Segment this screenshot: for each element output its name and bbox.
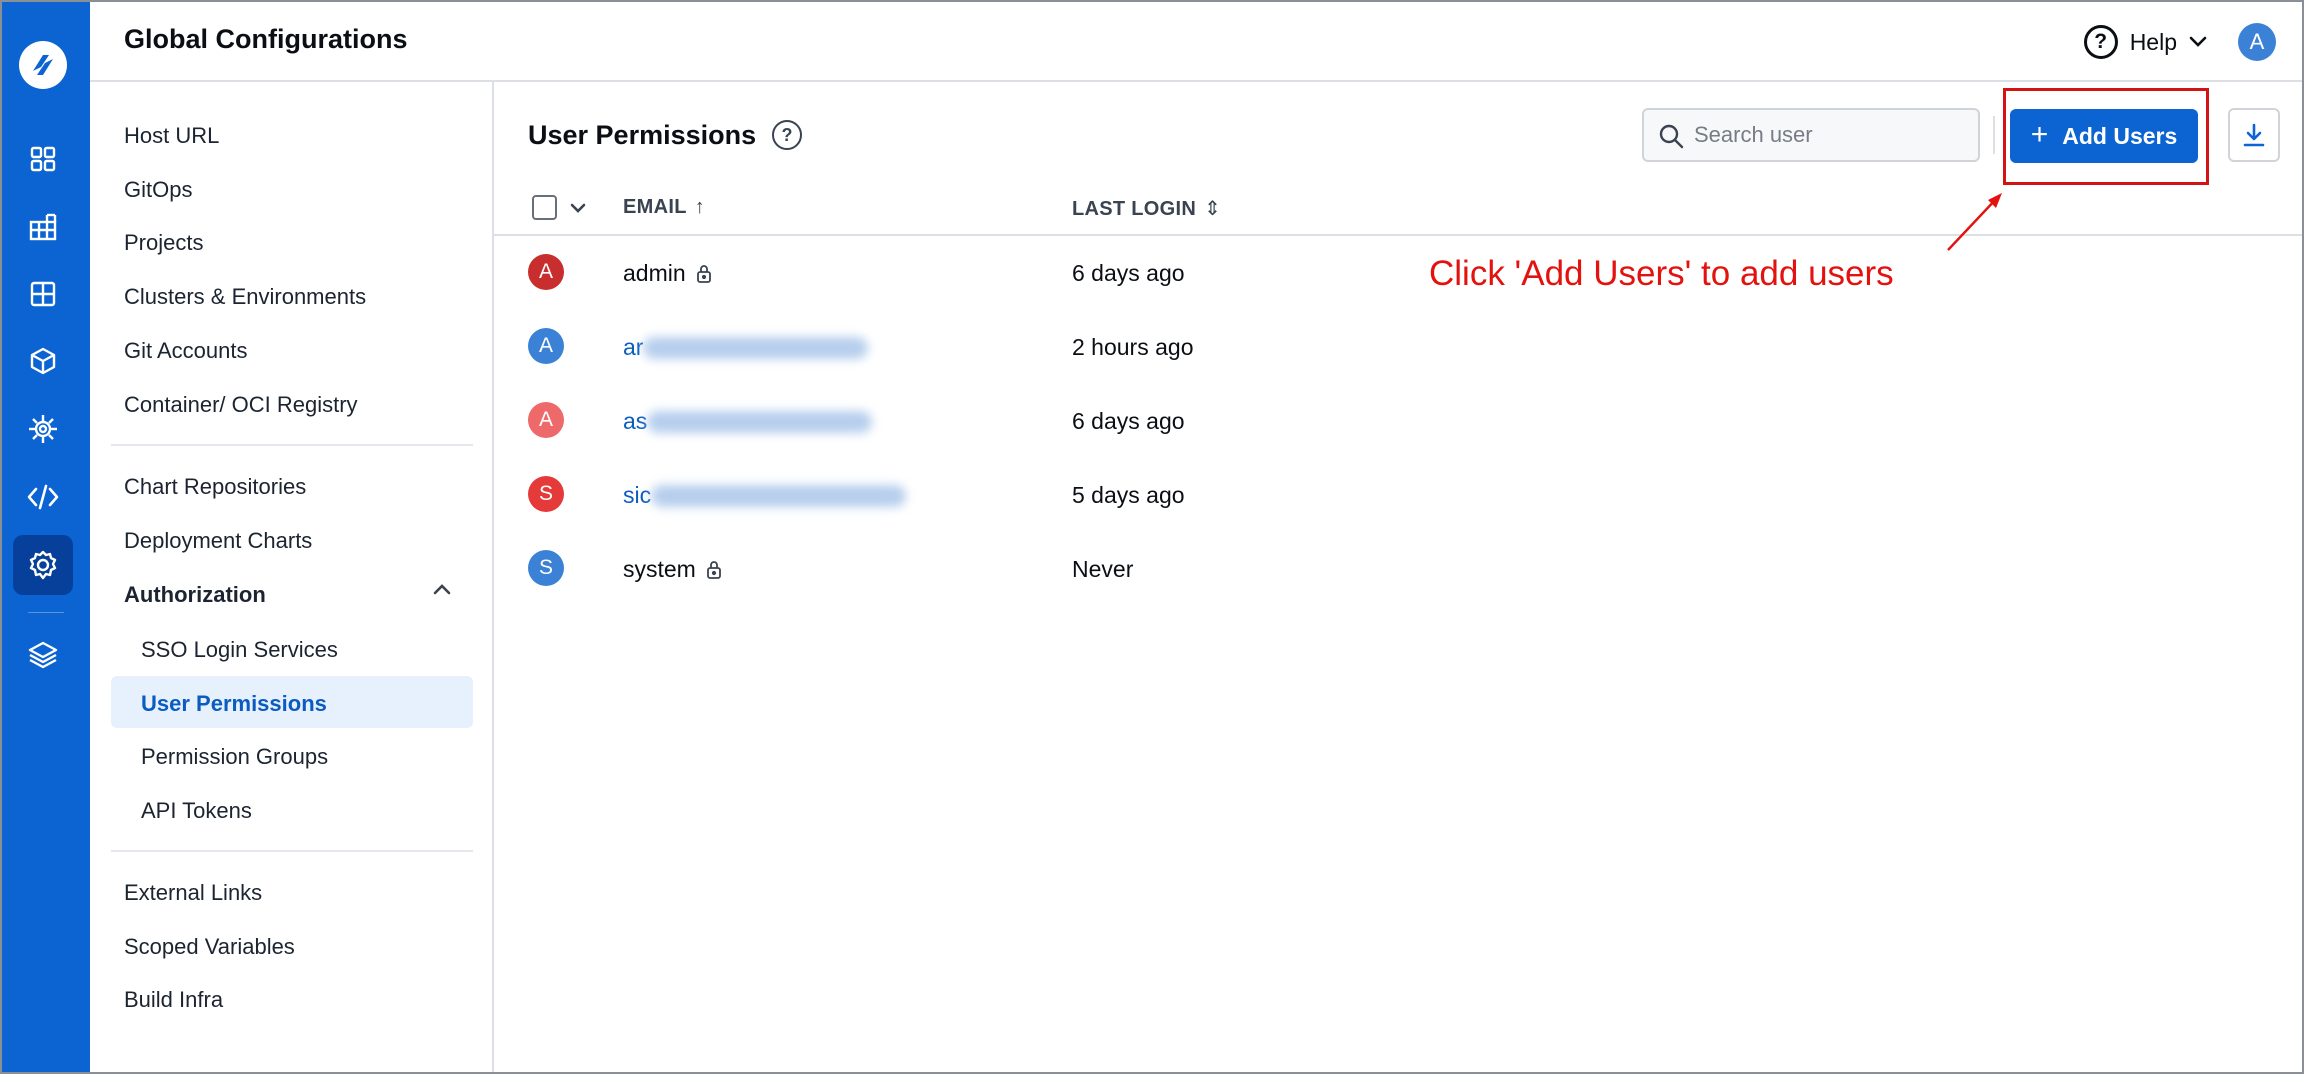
sort-toggle-icon: ⇕ — [1204, 198, 1222, 220]
app-logo[interactable] — [19, 41, 67, 89]
column-email-label: EMAIL — [623, 196, 687, 218]
nav-item-container-registry[interactable]: Container/ OCI Registry — [124, 392, 358, 418]
table-row[interactable]: A as 6 days ago — [494, 384, 2302, 458]
download-icon — [2243, 123, 2265, 147]
toolbar-divider — [1993, 116, 1995, 154]
redacted-email-blur — [651, 484, 907, 507]
chevron-down-icon[interactable] — [569, 196, 587, 220]
redacted-email-blur — [647, 410, 873, 433]
nav-item-deployment-charts[interactable]: Deployment Charts — [124, 528, 312, 554]
user-avatar[interactable]: A — [2238, 23, 2276, 61]
top-header: Global Configurations ? Help A — [90, 2, 2302, 82]
search-box[interactable] — [1642, 108, 1980, 162]
user-email[interactable]: as — [623, 408, 873, 435]
user-permissions-panel: User Permissions ? + Add Users EMAIL↑ LA… — [494, 82, 2302, 1072]
column-last-login-label: LAST LOGIN — [1072, 198, 1197, 220]
email-text: as — [623, 408, 648, 434]
table-row[interactable]: A ar 2 hours ago — [494, 310, 2302, 384]
email-text: sic — [623, 482, 652, 508]
nav-group-authorization[interactable]: Authorization — [124, 582, 266, 608]
nav-item-host-url[interactable]: Host URL — [124, 123, 219, 149]
settings-gear-icon[interactable] — [24, 546, 62, 584]
chevron-down-icon — [2189, 36, 2207, 47]
nav-item-user-permissions[interactable]: User Permissions — [141, 691, 327, 717]
chevron-up-icon[interactable] — [432, 582, 452, 596]
chart-store-icon[interactable] — [24, 208, 62, 246]
nav-item-scoped-variables[interactable]: Scoped Variables — [124, 934, 295, 960]
lock-icon — [706, 560, 721, 579]
help-circle-icon[interactable]: ? — [772, 120, 802, 150]
lock-icon — [696, 264, 711, 283]
avatar: A — [528, 402, 564, 438]
rail-divider — [28, 612, 64, 613]
user-email: system — [623, 556, 722, 583]
nav-item-sso-login-services[interactable]: SSO Login Services — [141, 637, 338, 663]
security-icon[interactable] — [24, 410, 62, 448]
nav-item-projects[interactable]: Projects — [124, 230, 203, 256]
applications-icon[interactable] — [24, 140, 62, 178]
search-icon — [1659, 124, 1684, 149]
nav-item-git-accounts[interactable]: Git Accounts — [124, 338, 248, 364]
cube-icon[interactable] — [24, 342, 62, 380]
search-input[interactable] — [1694, 110, 1974, 160]
code-icon[interactable] — [24, 478, 62, 516]
avatar: A — [528, 328, 564, 364]
stack-layers-icon[interactable] — [24, 636, 62, 674]
nav-item-build-infra[interactable]: Build Infra — [124, 987, 223, 1013]
nav-item-api-tokens[interactable]: API Tokens — [141, 798, 252, 824]
nav-item-gitops[interactable]: GitOps — [124, 177, 192, 203]
last-login-value: 5 days ago — [1072, 482, 1185, 508]
annotation-highlight-box — [2003, 88, 2209, 185]
table-row[interactable]: S system Never — [494, 532, 2302, 606]
select-all-checkbox[interactable] — [532, 195, 557, 220]
resource-browser-icon[interactable] — [24, 275, 62, 313]
settings-nav: Host URL GitOps Projects Clusters & Envi… — [90, 82, 494, 1072]
avatar: S — [528, 476, 564, 512]
redacted-email-blur — [643, 336, 869, 359]
page-title: Global Configurations — [124, 24, 408, 54]
nav-divider — [111, 444, 473, 446]
help-menu[interactable]: ? Help — [2083, 22, 2207, 62]
annotation-arrow — [1947, 193, 2002, 251]
email-text: admin — [623, 260, 686, 286]
table-row[interactable]: S sic 5 days ago — [494, 458, 2302, 532]
annotation-text: Click 'Add Users' to add users — [1429, 254, 1894, 293]
email-text: system — [623, 556, 696, 582]
nav-item-permission-groups[interactable]: Permission Groups — [141, 744, 328, 770]
email-text: ar — [623, 334, 644, 360]
column-header-last-login[interactable]: LAST LOGIN ⇕ — [1072, 196, 1221, 221]
table-header: EMAIL ↑ LAST LOGIN ⇕ — [494, 180, 2302, 236]
last-login-value: 2 hours ago — [1072, 334, 1194, 360]
table-row[interactable]: A admin 6 days ago — [494, 236, 2302, 310]
app-window: Global Configurations ? Help A Host URL … — [0, 0, 2304, 1074]
icon-rail — [2, 2, 90, 1072]
column-header-email[interactable]: EMAIL ↑ — [623, 196, 705, 219]
nav-item-clusters-environments[interactable]: Clusters & Environments — [124, 284, 366, 310]
user-email: admin — [623, 260, 712, 287]
last-login-value: 6 days ago — [1072, 408, 1185, 434]
help-label: Help — [2129, 28, 2177, 55]
sort-ascending-icon: ↑ — [694, 196, 706, 218]
avatar: A — [528, 254, 564, 290]
download-button[interactable] — [2228, 108, 2280, 162]
nav-divider — [111, 850, 473, 852]
avatar: S — [528, 550, 564, 586]
nav-item-chart-repositories[interactable]: Chart Repositories — [124, 474, 306, 500]
nav-item-external-links[interactable]: External Links — [124, 880, 262, 906]
help-circle-icon: ? — [2083, 25, 2118, 59]
user-email[interactable]: ar — [623, 334, 869, 361]
last-login-value: Never — [1072, 556, 1134, 582]
panel-title: User Permissions — [528, 120, 757, 150]
user-email[interactable]: sic — [623, 482, 907, 509]
last-login-value: 6 days ago — [1072, 260, 1185, 286]
